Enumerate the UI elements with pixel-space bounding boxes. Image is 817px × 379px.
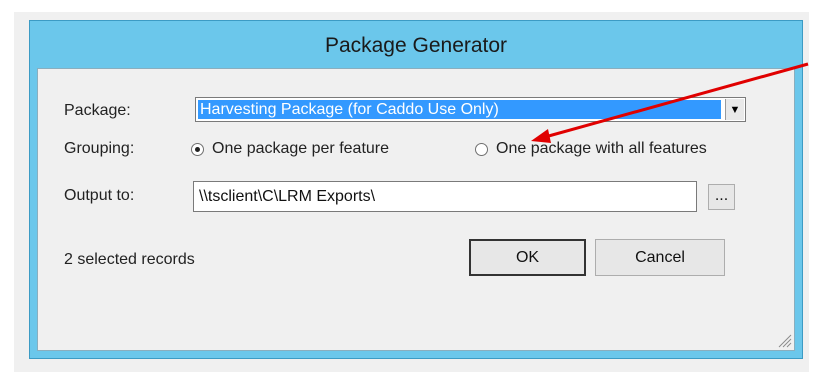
annotation-arrow	[531, 62, 809, 143]
